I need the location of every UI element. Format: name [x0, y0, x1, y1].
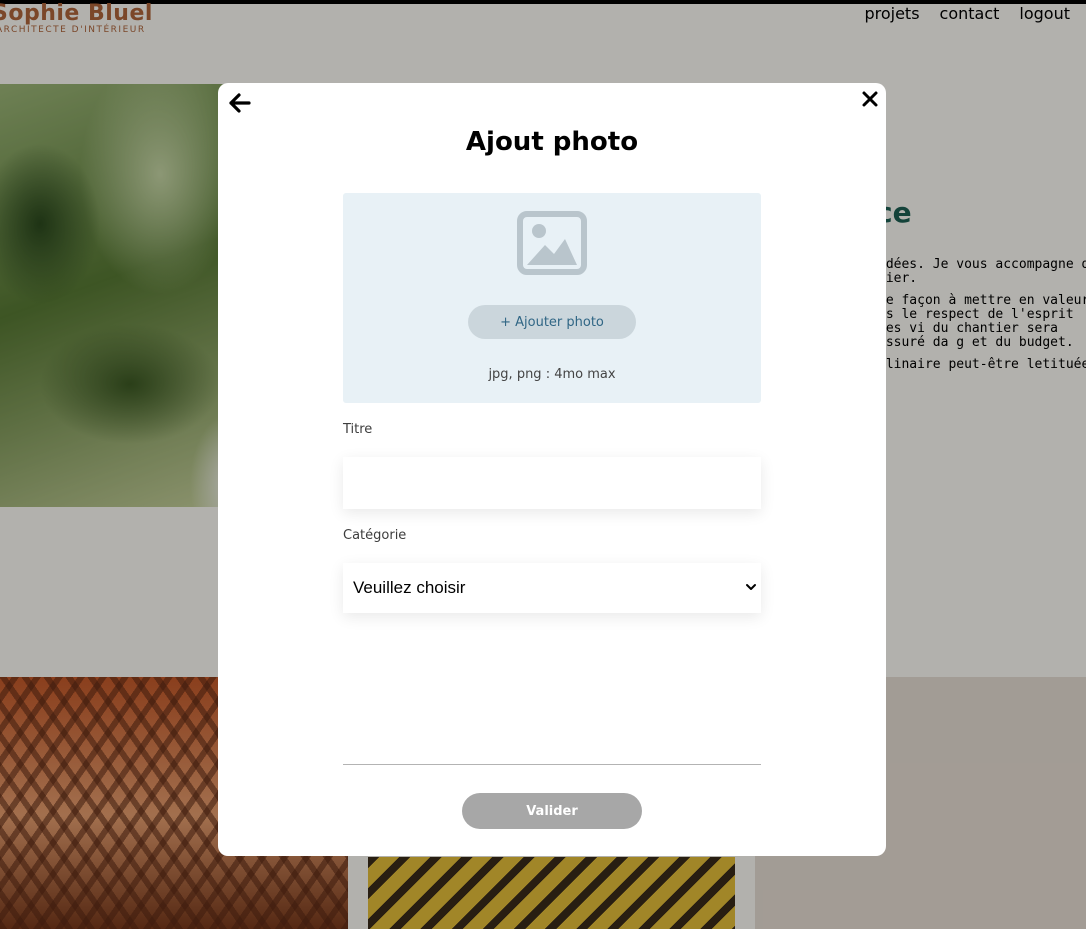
arrow-left-icon	[229, 93, 251, 113]
category-selected-value: Veuillez choisir	[353, 578, 466, 597]
back-button[interactable]	[226, 89, 254, 117]
close-button[interactable]	[860, 89, 880, 109]
submit-button[interactable]: Valider	[462, 793, 642, 829]
add-photo-button[interactable]: + Ajouter photo	[468, 305, 636, 339]
upload-hint: jpg, png : 4mo max	[488, 367, 616, 382]
close-icon	[862, 91, 878, 107]
title-input[interactable]	[343, 457, 761, 509]
add-photo-modal: Ajout photo + Ajouter photo jpg, png : 4…	[218, 83, 886, 856]
modal-title: Ajout photo	[465, 127, 639, 157]
photo-upload-zone[interactable]: + Ajouter photo jpg, png : 4mo max	[343, 193, 761, 403]
image-icon	[517, 211, 587, 275]
divider	[343, 764, 761, 765]
category-label: Catégorie	[343, 528, 407, 543]
title-label: Titre	[343, 422, 373, 437]
chevron-down-icon	[746, 584, 756, 590]
category-select[interactable]: Veuillez choisir	[343, 563, 761, 613]
